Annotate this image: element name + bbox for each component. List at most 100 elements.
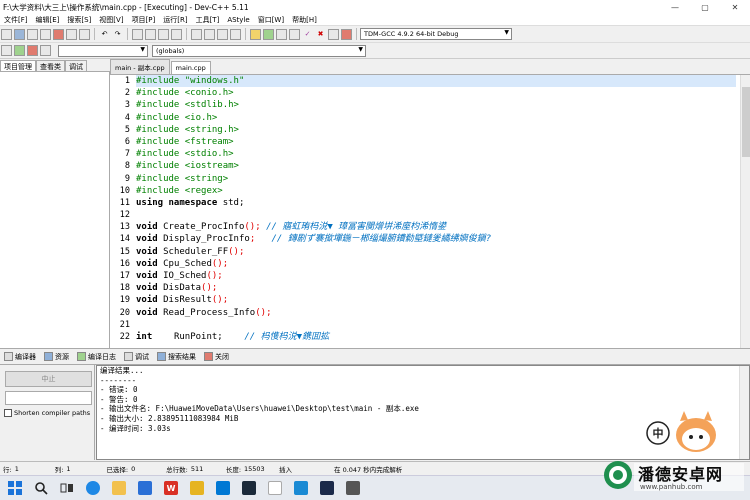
menu-astyle[interactable]: AStyle <box>223 16 253 24</box>
tab-main-copy[interactable]: main - 副本.cpp <box>110 59 170 74</box>
goto-icon[interactable] <box>40 45 51 56</box>
code-line[interactable]: 10 #include <regex> <box>120 185 736 197</box>
find-next-icon[interactable] <box>158 28 169 40</box>
rebuild-icon[interactable] <box>289 28 300 40</box>
shorten-paths-checkbox[interactable] <box>4 409 12 417</box>
minimize-button[interactable]: — <box>660 3 690 12</box>
toggle-bookmark-icon[interactable] <box>217 28 228 40</box>
code-line[interactable]: 8 #include <iostream> <box>125 160 736 172</box>
find-icon[interactable] <box>132 28 143 40</box>
debug-check-icon <box>124 352 133 361</box>
code-line[interactable]: 4 #include <io.h> <box>125 112 736 124</box>
task-view-icon[interactable] <box>60 481 74 495</box>
vscode-icon[interactable] <box>294 481 308 495</box>
profile-icon[interactable] <box>341 28 352 40</box>
code-line[interactable]: 13 void Create_ProcInfo(); // 寤虹珛杩涚▼ 璋冨害闃… <box>120 221 736 233</box>
tab-resources[interactable]: 资源 <box>40 352 73 362</box>
class-select[interactable]: ▼ <box>58 44 148 57</box>
maximize-button[interactable]: ▢ <box>690 3 720 12</box>
tab-close[interactable]: 关闭 <box>200 352 233 362</box>
goto-bookmark-icon[interactable] <box>230 28 241 40</box>
store-icon[interactable] <box>216 481 230 495</box>
tab-project[interactable]: 项目管理 <box>0 60 36 71</box>
unindent-icon[interactable] <box>204 28 215 40</box>
search-icon[interactable] <box>34 481 48 495</box>
files-icon[interactable] <box>190 481 204 495</box>
redo-icon[interactable]: ↷ <box>112 29 123 40</box>
code-line[interactable]: 18 void DisData(); <box>120 282 736 294</box>
menu-run[interactable]: 运行[R] <box>159 15 191 25</box>
tab-classes[interactable]: 查看类 <box>36 60 65 71</box>
undo-icon[interactable]: ↶ <box>99 29 110 40</box>
code-line[interactable]: 17 void IO_Sched(); <box>120 270 736 282</box>
tab-compile-log[interactable]: 编译日志 <box>73 352 120 362</box>
new-file-icon[interactable] <box>1 28 12 40</box>
code-line[interactable]: 12 <box>120 209 736 221</box>
close-all-icon[interactable] <box>66 28 77 40</box>
code-line[interactable]: 20 void Read_Process_Info(); <box>120 307 736 319</box>
print-icon[interactable] <box>79 28 90 40</box>
menu-tools[interactable]: 工具[T] <box>192 15 224 25</box>
windows-start-icon[interactable] <box>8 481 22 495</box>
tab-compiler[interactable]: 编译器 <box>0 352 40 362</box>
app-icon[interactable] <box>242 481 256 495</box>
new-class-icon[interactable] <box>1 45 12 56</box>
code-line[interactable]: 22 int RunPoint; // 杩愯杩涚▼鎸囬拡 <box>120 331 736 343</box>
mail-icon[interactable] <box>138 481 152 495</box>
menu-edit[interactable]: 编辑[E] <box>32 15 64 25</box>
compiler-select[interactable]: TDM-GCC 4.9.2 64-bit Debug ▼ <box>360 28 512 40</box>
console-icon[interactable] <box>320 481 334 495</box>
tab-search-results[interactable]: 搜索结果 <box>153 352 200 362</box>
edge-icon[interactable] <box>86 481 100 495</box>
menu-window[interactable]: 窗口[W] <box>254 15 288 25</box>
tab-debug[interactable]: 调试 <box>65 60 87 71</box>
run-icon[interactable] <box>263 28 274 40</box>
stop-icon[interactable]: ✖ <box>315 29 326 40</box>
code-line[interactable]: 1 #include "windows.h" <box>125 75 736 88</box>
file-explorer-icon[interactable] <box>112 481 126 495</box>
code-line[interactable]: 14 void Display_ProcInfo; // 鏄剧ず褰撳墠鍦ㄧ郴缁熶腑… <box>120 233 736 245</box>
menu-search[interactable]: 搜索[S] <box>63 15 95 25</box>
save-icon[interactable] <box>27 28 38 40</box>
editor-scrollbar[interactable] <box>740 75 750 348</box>
code-line[interactable]: 16 void Cpu_Sched(); <box>120 258 736 270</box>
shorten-paths-row[interactable]: Shorten compiler paths <box>4 409 90 417</box>
menu-project[interactable]: 项目[P] <box>128 15 160 25</box>
abort-button[interactable]: 中止 <box>5 371 92 387</box>
save-all-icon[interactable] <box>40 28 51 40</box>
code-line[interactable]: 2 #include <conio.h> <box>125 87 736 99</box>
open-icon[interactable] <box>14 28 25 40</box>
code-editor[interactable]: 1 #include "windows.h" 2 #include <conio.h>… <box>110 74 750 348</box>
compile-run-icon[interactable] <box>276 28 287 40</box>
code-line[interactable]: 21 <box>120 319 736 331</box>
wps-icon[interactable]: W <box>164 481 178 495</box>
devcpp-icon[interactable] <box>268 481 282 495</box>
code-line[interactable]: 3 #include <stdlib.h> <box>125 99 736 111</box>
close-file-icon[interactable] <box>53 28 64 40</box>
code-line[interactable]: 15 void Scheduler_FF(); <box>120 246 736 258</box>
debug-check-icon[interactable]: ✓ <box>302 29 313 40</box>
indent-icon[interactable] <box>191 28 202 40</box>
menu-view[interactable]: 视图[V] <box>95 15 127 25</box>
code-area[interactable]: 1 #include "windows.h" 2 #include <conio.h>… <box>120 75 736 343</box>
code-line[interactable]: 7 #include <stdio.h> <box>125 148 736 160</box>
code-line[interactable]: 9 #include <string> <box>125 173 736 185</box>
goto-line-icon[interactable] <box>171 28 182 40</box>
compile-icon[interactable] <box>250 28 261 40</box>
close-button[interactable]: ✕ <box>720 3 750 12</box>
terminal-icon[interactable] <box>346 481 360 495</box>
insert-icon[interactable] <box>14 45 25 56</box>
tab-debug-output[interactable]: 调试 <box>120 352 153 362</box>
scope-select[interactable]: (globals) ▼ <box>152 44 366 57</box>
code-line[interactable]: 6 #include <fstream> <box>125 136 736 148</box>
tab-main[interactable]: main.cpp <box>170 61 211 74</box>
scroll-thumb[interactable] <box>742 87 750 157</box>
code-line[interactable]: 19 void DisResult(); <box>120 294 736 306</box>
menu-help[interactable]: 帮助[H] <box>288 15 321 25</box>
code-line[interactable]: 5 #include <string.h> <box>125 124 736 136</box>
menu-file[interactable]: 文件[F] <box>0 15 32 25</box>
toggle-icon[interactable] <box>27 45 38 56</box>
replace-icon[interactable] <box>145 28 156 40</box>
chart-icon[interactable] <box>328 28 339 40</box>
code-line[interactable]: 11 using namespace std; <box>120 197 736 209</box>
